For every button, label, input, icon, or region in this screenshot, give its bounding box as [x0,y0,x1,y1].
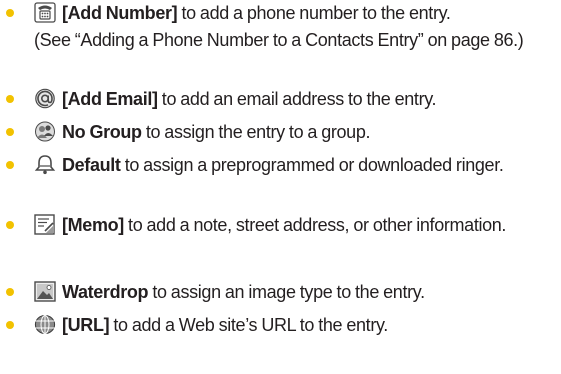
list-item-add-email: [Add Email] to add an email address to t… [0,86,561,113]
bullet [6,9,14,17]
list-item-memo: [Memo] to add a note, street address, or… [0,212,561,239]
option-label: [URL] [62,315,110,335]
list-item-add-number: [Add Number] to add a phone number to th… [0,0,561,53]
option-label: [Add Email] [62,89,158,109]
bullet [6,128,14,136]
option-description: to assign an image type to the entry. [148,282,425,302]
web-globe-icon [34,314,56,335]
list-item-ringer: Default to assign a preprogrammed or dow… [0,152,561,179]
option-description: to add a note, street address, or other … [123,215,507,235]
option-label: Default [62,155,121,175]
manual-page: [Add Number] to add a phone number to th… [0,0,561,374]
list-item-group: No Group to assign the entry to a group. [0,119,561,146]
bullet [6,288,14,296]
option-description: to add a phone number to the entry. [177,3,451,23]
option-description: to assign the entry to a group. [141,122,371,142]
bullet [6,221,14,229]
email-at-icon [34,88,56,109]
phone-icon [34,2,56,23]
list-item-picture: Waterdrop to assign an image type to the… [0,279,561,306]
option-label: [Add Number] [62,3,178,23]
bullet [6,95,14,103]
ringer-bell-icon [34,154,56,175]
option-label: No Group [62,122,142,142]
list-item-url: [URL] to add a Web site’s URL to the ent… [0,312,561,339]
cross-reference-note: (See “Adding a Phone Number to a Contact… [34,29,524,50]
option-label: Waterdrop [62,282,149,302]
group-icon [34,121,56,142]
memo-icon [34,214,56,235]
bullet [6,321,14,329]
bullet [6,161,14,169]
option-label: [Memo] [62,215,124,235]
option-description: to assign a preprogrammed or downloaded … [120,155,504,175]
option-description: to add an email address to the entry. [157,89,437,109]
picture-icon [34,281,56,302]
option-description: to add a Web site’s URL to the entry. [109,315,388,335]
